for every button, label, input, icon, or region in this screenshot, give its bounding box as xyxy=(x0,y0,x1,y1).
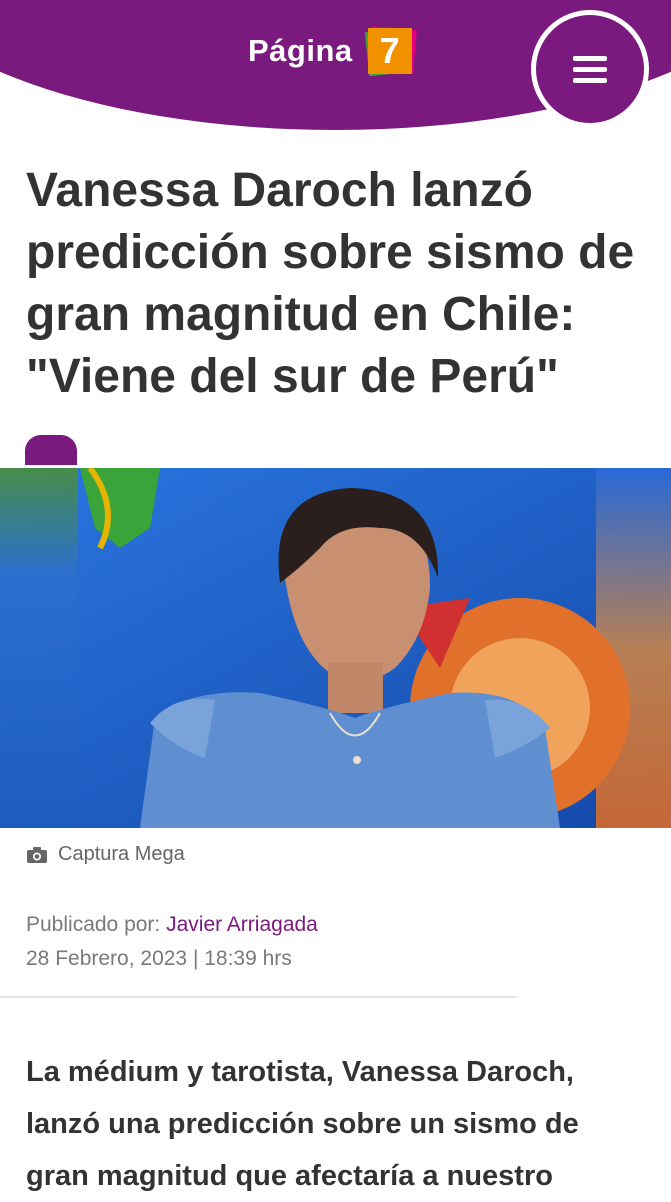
image-caption: Captura Mega xyxy=(26,843,185,866)
caption-text: Captura Mega xyxy=(58,843,185,865)
logo-number: 7 xyxy=(367,28,412,74)
article-image xyxy=(0,468,671,828)
logo-number-badge: 7 xyxy=(364,26,417,77)
byline: Publicado por: Javier Arriagada 28 Febre… xyxy=(26,908,318,976)
divider xyxy=(0,996,517,998)
logo-text: Página xyxy=(248,33,353,68)
hamburger-icon xyxy=(573,55,607,61)
camera-icon xyxy=(27,846,47,863)
author-link[interactable]: Javier Arriagada xyxy=(166,913,318,936)
menu-button[interactable] xyxy=(531,10,649,128)
publish-date: 28 Febrero, 2023 | 18:39 hrs xyxy=(26,947,292,970)
article-lead: La médium y tarotista, Vanessa Daroch, l… xyxy=(26,1056,579,1192)
site-logo[interactable]: Página 7 xyxy=(248,26,417,77)
article-title: Vanessa Daroch lanzó predicción sobre si… xyxy=(26,164,635,403)
section-tab-decoration xyxy=(25,435,77,465)
published-label: Publicado por: xyxy=(26,913,161,936)
